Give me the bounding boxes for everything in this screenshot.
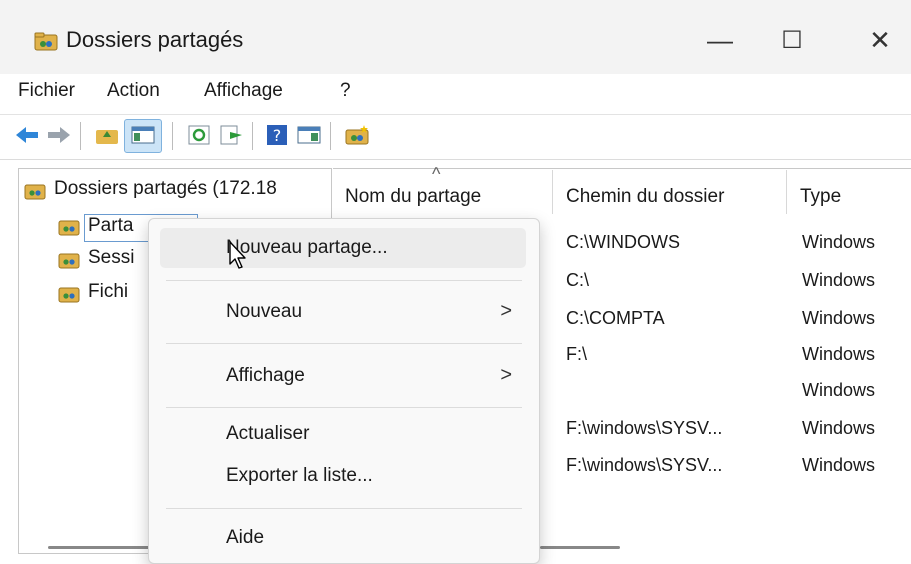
show-hide-tree-icon[interactable]: [130, 123, 156, 147]
ctx-separator: [166, 343, 522, 344]
ctx-separator: [166, 280, 522, 281]
svg-text:?: ?: [273, 126, 282, 145]
cell-type: Windows: [802, 455, 876, 475]
cell-path: C:\COMPTA: [566, 308, 665, 328]
tree-item-shares-label[interactable]: Parta: [88, 215, 133, 237]
cell-type: Windows: [802, 418, 876, 438]
back-arrow-icon[interactable]: [14, 123, 40, 147]
close-button[interactable]: ✕: [840, 14, 911, 66]
ctx-refresh-label: Actualiser: [226, 423, 310, 444]
column-separator[interactable]: [552, 170, 553, 214]
ctx-help-item[interactable]: Aide: [160, 518, 526, 558]
ctx-help-label: Aide: [226, 527, 265, 548]
column-header-share-name[interactable]: Nom du partage: [345, 186, 481, 208]
toolbar-separator: [80, 122, 81, 150]
column-separator[interactable]: [786, 170, 787, 214]
ctx-export-label: Exporter la liste...: [226, 465, 373, 486]
ctx-new-label: Nouveau: [226, 301, 303, 322]
column-header-type[interactable]: Type: [800, 186, 841, 208]
window-title: Dossiers partagés: [66, 27, 244, 52]
cell-type: Windows: [802, 232, 876, 252]
tree-horizontal-scrollbar[interactable]: [48, 546, 158, 549]
up-folder-icon[interactable]: [94, 123, 120, 147]
maximize-button[interactable]: ☐: [752, 14, 832, 66]
cell-path: C:\WINDOWS: [566, 232, 680, 252]
cell-type: Windows: [802, 270, 876, 290]
cell-path: F:\windows\SYSV...: [566, 418, 723, 438]
ctx-refresh-item[interactable]: Actualiser: [160, 414, 526, 454]
sessions-icon: [58, 253, 80, 269]
shared-folders-app-icon: [34, 32, 58, 51]
open-files-icon: [58, 287, 80, 303]
chevron-right-icon: >: [500, 300, 512, 322]
ctx-new-share-item[interactable]: Nouveau partage...: [160, 228, 526, 268]
ctx-separator: [166, 407, 522, 408]
tree-root-label[interactable]: Dossiers partagés (172.18: [54, 178, 328, 200]
tree-item-sessions-label[interactable]: Sessi: [88, 247, 134, 269]
menu-fichier[interactable]: Fichier: [18, 80, 75, 102]
ctx-view-label: Affichage: [226, 365, 305, 386]
cell-type: Windows: [802, 380, 876, 400]
ctx-new-item[interactable]: Nouveau >: [160, 292, 526, 332]
cell-type: Windows: [802, 308, 876, 328]
toolbar-separator: [172, 122, 173, 150]
menu-help[interactable]: ?: [340, 80, 351, 102]
refresh-icon[interactable]: [186, 123, 212, 147]
toolbar-separator: [330, 122, 331, 150]
ctx-separator: [166, 508, 522, 509]
shared-folders-root-icon: [24, 184, 46, 200]
minimize-button[interactable]: —: [680, 14, 760, 66]
toolbar-separator: [252, 122, 253, 150]
shares-folder-icon: [58, 220, 80, 236]
menu-action[interactable]: Action: [107, 80, 160, 102]
menu-affichage[interactable]: Affichage: [204, 80, 283, 102]
ctx-new-share-label: Nouveau partage...: [226, 237, 388, 258]
export-list-icon[interactable]: [218, 123, 244, 147]
console-icon[interactable]: [296, 123, 322, 147]
forward-arrow-icon[interactable]: [46, 123, 72, 147]
column-header-folder-path[interactable]: Chemin du dossier: [566, 186, 724, 208]
mouse-cursor-icon: [229, 241, 246, 269]
cell-type: Windows: [802, 344, 876, 364]
sort-indicator-icon: ^: [432, 164, 441, 184]
cell-path: F:\: [566, 344, 587, 364]
tree-item-open-files-label[interactable]: Fichi: [88, 281, 128, 303]
new-share-icon[interactable]: [344, 123, 370, 147]
chevron-right-icon: >: [500, 364, 512, 386]
ctx-export-item[interactable]: Exporter la liste...: [160, 456, 526, 496]
ctx-view-item[interactable]: Affichage >: [160, 356, 526, 396]
cell-path: C:\: [566, 270, 590, 290]
help-icon[interactable]: ?: [264, 123, 290, 147]
list-horizontal-scrollbar[interactable]: [540, 546, 620, 549]
cell-path: F:\windows\SYSV...: [566, 455, 723, 475]
